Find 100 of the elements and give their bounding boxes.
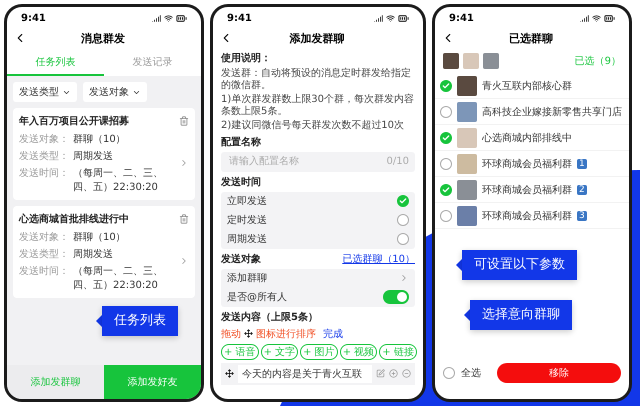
callout-label: 选择意向群聊 bbox=[470, 300, 572, 330]
number-badge: 1 bbox=[577, 158, 587, 168]
instruction-text: 1)单次群发群数上限30个群，每次群发内容条数上限5条。 bbox=[221, 94, 415, 117]
checkbox[interactable] bbox=[440, 210, 452, 222]
selected-groups-link[interactable]: 已选群聊（10） bbox=[342, 252, 415, 266]
checkbox[interactable] bbox=[440, 132, 452, 144]
option-label: 是否@所有人 bbox=[227, 290, 287, 304]
option-label: 定时发送 bbox=[227, 214, 267, 227]
checkbox[interactable] bbox=[440, 158, 452, 170]
task-title: 心选商城首批排线进行中 bbox=[19, 212, 129, 226]
field-label: 发送时间： bbox=[19, 264, 69, 279]
section-heading: 发送内容（上限5条） bbox=[221, 310, 319, 324]
section-heading: 发送对象 bbox=[221, 252, 261, 266]
option-label: 立即发送 bbox=[227, 194, 267, 208]
photo-placeholder bbox=[443, 53, 459, 69]
radio-button[interactable] bbox=[397, 233, 409, 245]
remove-icon[interactable] bbox=[402, 369, 411, 378]
selected-count: 已选（9） bbox=[574, 54, 621, 68]
group-row[interactable]: 环球商城会员福利群 1 bbox=[435, 151, 629, 177]
task-card[interactable]: 心选商城首批排线进行中 发送对象： 群聊（10） 发送类型： 周期发送 发送时间： （每周一、二、三、四、五）22:30:20 bbox=[13, 206, 195, 298]
section-heading: 配置名称 bbox=[221, 136, 262, 148]
field-label: 发送时间： bbox=[19, 166, 69, 181]
signal-icon bbox=[580, 14, 589, 22]
battery-icon bbox=[176, 12, 187, 24]
status-time: 9:41 bbox=[449, 12, 474, 24]
done-link[interactable]: 完成 bbox=[323, 326, 343, 340]
check-icon bbox=[442, 186, 450, 194]
group-row[interactable]: 心选商城内部排线中 bbox=[435, 125, 629, 151]
radio-button[interactable] bbox=[397, 214, 409, 226]
select-all-checkbox[interactable] bbox=[443, 367, 455, 379]
edit-icon[interactable] bbox=[376, 369, 385, 378]
group-row[interactable]: 高科技企业嫁接新零售共享门店 bbox=[435, 99, 629, 125]
photo-placeholder bbox=[457, 180, 477, 200]
filter-dropdown[interactable]: 发送对象 bbox=[83, 82, 147, 102]
photo-placeholder bbox=[463, 53, 479, 69]
hint-text: 图标进行排序 bbox=[256, 328, 316, 340]
group-row[interactable]: 环球商城会员福利群 2 bbox=[435, 177, 629, 203]
battery-icon bbox=[604, 12, 615, 24]
field-value: 群聊（10） bbox=[73, 231, 127, 244]
field-label: 发送对象： bbox=[19, 230, 69, 244]
field-value: 周期发送 bbox=[73, 150, 114, 163]
status-time: 9:41 bbox=[227, 12, 252, 24]
option-label: 添加群聊 bbox=[227, 272, 267, 285]
field-value: （每周一、二、三、四、五）22:30:20 bbox=[73, 265, 164, 292]
task-card[interactable]: 年入百万项目公开课招募 发送对象： 群聊（10） 发送类型： 周期发送 发送时间： （每周一、二、三、四、五）22:30:20 bbox=[13, 108, 195, 200]
character-count: 0/10 bbox=[386, 156, 409, 167]
select-all-label: 全选 bbox=[461, 366, 481, 380]
task-title: 年入百万项目公开课招募 bbox=[19, 114, 129, 128]
name-input-field[interactable]: 请输入配置名称 bbox=[227, 155, 387, 168]
group-name: 环球商城会员福利群 bbox=[482, 158, 572, 170]
content-item-text: 今天的内容是关于青火互联 bbox=[238, 364, 372, 382]
wifi-icon bbox=[592, 14, 601, 22]
screen-title: 添加发群聊 bbox=[288, 30, 346, 46]
field-label: 发送类型： bbox=[19, 150, 69, 163]
field-value: 周期发送 bbox=[73, 248, 114, 261]
trash-icon[interactable] bbox=[179, 116, 189, 126]
remove-button[interactable]: 移除 bbox=[497, 363, 621, 383]
photo-placeholder bbox=[457, 128, 477, 148]
wifi-icon bbox=[164, 14, 173, 22]
group-name: 高科技企业嫁接新零售共享门店 bbox=[482, 106, 622, 118]
check-icon bbox=[399, 197, 407, 205]
group-row[interactable]: 环球商城会员福利群 3 bbox=[435, 203, 629, 229]
trash-icon[interactable] bbox=[179, 214, 189, 224]
move-icon bbox=[244, 329, 253, 338]
field-label: 发送对象： bbox=[19, 132, 69, 146]
group-name: 环球商城会员福利群 bbox=[482, 184, 572, 196]
checkbox[interactable] bbox=[440, 80, 452, 92]
photo-placeholder bbox=[483, 53, 499, 69]
screen-title: 已选群聊 bbox=[508, 30, 554, 46]
photo-placeholder bbox=[457, 102, 477, 122]
check-icon bbox=[442, 82, 450, 90]
section-heading: 发送时间 bbox=[221, 176, 262, 188]
checkbox[interactable] bbox=[440, 106, 452, 118]
photo-placeholder bbox=[457, 76, 477, 96]
group-row[interactable]: 青火互联内部核心群 bbox=[435, 73, 629, 99]
number-badge: 2 bbox=[577, 184, 587, 194]
hint-text: 拖动 bbox=[221, 328, 241, 340]
add-icon[interactable] bbox=[389, 369, 398, 378]
instruction-text: 发送群：自动将预设的消息定时群发给指定的微信群。 bbox=[221, 68, 412, 91]
status-time: 9:41 bbox=[21, 12, 46, 24]
signal-icon bbox=[152, 14, 161, 22]
radio-button[interactable] bbox=[397, 195, 409, 207]
toggle-switch[interactable] bbox=[383, 290, 409, 304]
group-name: 青火互联内部核心群 bbox=[482, 80, 572, 92]
photo-placeholder bbox=[457, 206, 477, 226]
screen-title: 消息群发 bbox=[80, 30, 126, 46]
callout-label: 任务列表 bbox=[102, 306, 178, 336]
wifi-icon bbox=[386, 14, 395, 22]
section-heading: 使用说明： bbox=[221, 52, 272, 65]
field-value: 群聊（10） bbox=[73, 133, 127, 146]
move-icon[interactable] bbox=[225, 369, 234, 378]
photo-placeholder bbox=[457, 154, 477, 174]
checkbox[interactable] bbox=[440, 184, 452, 196]
callout-label: 可设置以下参数 bbox=[462, 250, 577, 280]
field-value: （每周一、二、三、四、五）22:30:20 bbox=[73, 167, 164, 194]
signal-icon bbox=[374, 14, 383, 22]
number-badge: 3 bbox=[577, 210, 587, 220]
filter-dropdown[interactable]: 发送类型 bbox=[13, 82, 77, 102]
group-name: 环球商城会员福利群 bbox=[482, 210, 572, 222]
instruction-text: 2)建议同微信号每天群发次数不超过10次 bbox=[221, 120, 405, 132]
